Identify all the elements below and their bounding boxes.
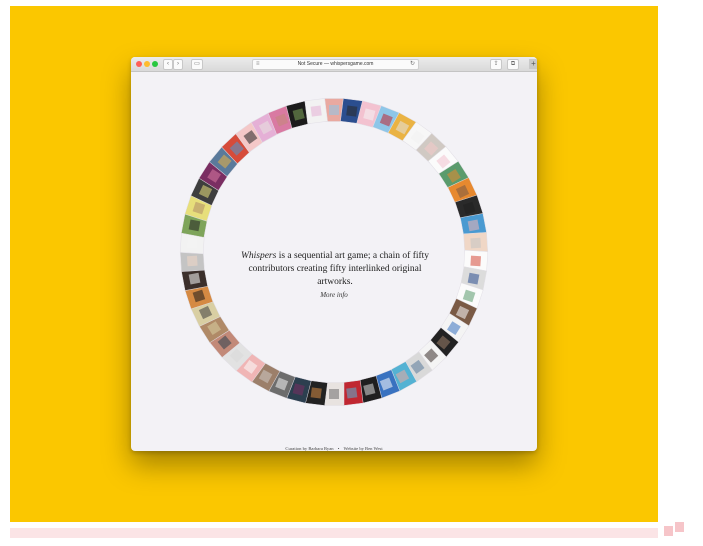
forward-button[interactable]: › xyxy=(173,59,183,70)
intro-text: Whispers is a sequential art game; a cha… xyxy=(239,250,431,289)
share-icon: ⇪ xyxy=(493,61,499,67)
corner-logo-mark xyxy=(664,520,686,538)
credits: Curation by Barbara Ryan • Website by Be… xyxy=(131,446,537,451)
sidebar-icon: ▭ xyxy=(194,61,200,67)
zoom-window-button[interactable] xyxy=(152,61,158,67)
page-content: Whispers is a sequential art game; a cha… xyxy=(131,72,537,451)
credit-curation: Curation by Barbara Ryan xyxy=(285,446,334,451)
artwork-thumbnail[interactable] xyxy=(304,98,328,125)
pink-strip xyxy=(10,528,658,538)
address-text: Not Secure — whispersgame.com xyxy=(253,60,418,69)
close-window-button[interactable] xyxy=(136,61,142,67)
url-separator: — xyxy=(323,61,329,67)
more-info-link[interactable]: More info xyxy=(281,291,387,299)
credit-website: Website by Ben West xyxy=(343,446,383,451)
share-button[interactable]: ⇪ xyxy=(490,59,502,70)
new-tab-button[interactable]: + xyxy=(529,59,537,69)
plus-icon: + xyxy=(531,59,536,68)
minimize-window-button[interactable] xyxy=(144,61,150,67)
sidebar-button[interactable]: ▭ xyxy=(191,59,203,70)
chevron-right-icon: › xyxy=(177,61,179,67)
back-button[interactable]: ‹ xyxy=(163,59,173,70)
tabs-icon: ⧉ xyxy=(510,61,516,67)
intro-body: is a sequential art game; a chain of fif… xyxy=(248,251,430,287)
address-bar[interactable]: ≡ Not Secure — whispersgame.com ↻ xyxy=(252,59,419,70)
browser-toolbar: ‹ › ▭ ≡ Not Secure — whispersgame.com ↻ … xyxy=(131,57,537,72)
reload-icon[interactable]: ↻ xyxy=(410,60,415,69)
browser-window: ‹ › ▭ ≡ Not Secure — whispersgame.com ↻ … xyxy=(131,57,537,451)
tabs-button[interactable]: ⧉ xyxy=(507,59,519,70)
title-italic: Whispers xyxy=(240,251,277,261)
credit-bullet: • xyxy=(337,446,340,451)
url-host: whispersgame.com xyxy=(330,61,374,67)
security-label: Not Secure xyxy=(297,61,323,67)
chevron-left-icon: ‹ xyxy=(167,61,169,67)
